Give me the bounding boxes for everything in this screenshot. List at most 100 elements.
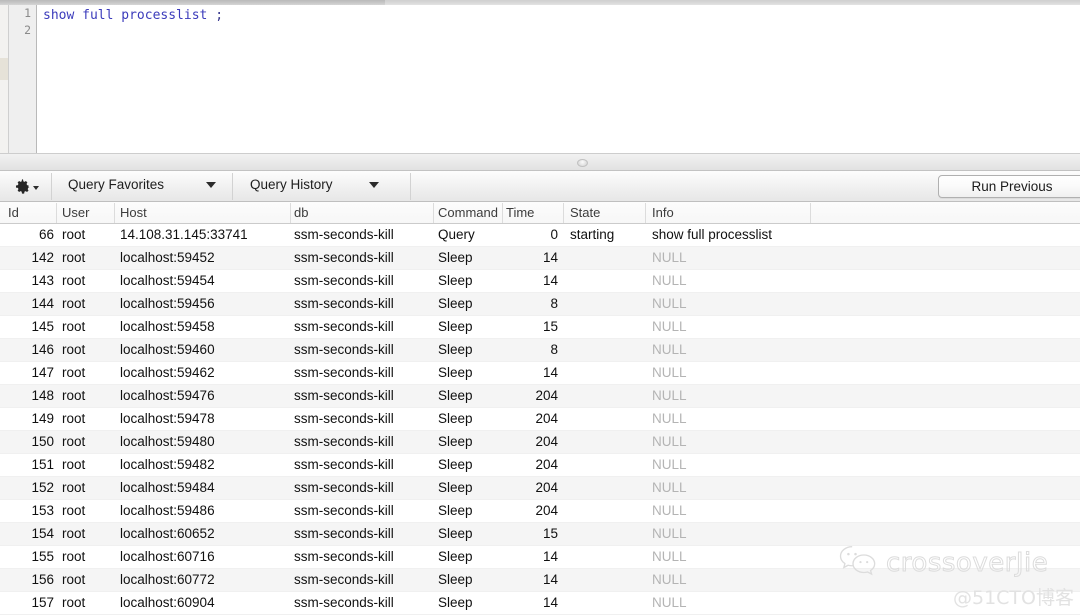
cell-command[interactable]: Sleep bbox=[438, 411, 473, 426]
cell-info[interactable]: NULL bbox=[652, 457, 687, 472]
cell-host[interactable]: localhost:60716 bbox=[120, 549, 215, 564]
cell-info[interactable]: NULL bbox=[652, 250, 687, 265]
settings-gear-button[interactable] bbox=[9, 175, 43, 198]
cell-id[interactable]: 143 bbox=[8, 273, 54, 288]
cell-db[interactable]: ssm-seconds-kill bbox=[294, 388, 394, 403]
table-row[interactable]: 155 root localhost:60716 ssm-seconds-kill Sl… bbox=[0, 546, 1080, 569]
column-divider[interactable] bbox=[433, 203, 434, 223]
table-row[interactable]: 150 root localhost:59480 ssm-seconds-kill Sl… bbox=[0, 431, 1080, 454]
table-row[interactable]: 151 root localhost:59482 ssm-seconds-kill Sl… bbox=[0, 454, 1080, 477]
table-row[interactable]: 145 root localhost:59458 ssm-seconds-kill Sl… bbox=[0, 316, 1080, 339]
cell-time[interactable]: 204 bbox=[506, 503, 558, 518]
table-row[interactable]: 156 root localhost:60772 ssm-seconds-kill Sl… bbox=[0, 569, 1080, 592]
column-header-id[interactable]: Id bbox=[8, 205, 19, 220]
cell-user[interactable]: root bbox=[62, 526, 85, 541]
cell-command[interactable]: Sleep bbox=[438, 457, 473, 472]
query-favorites-button[interactable]: Query Favorites bbox=[68, 177, 217, 192]
cell-id[interactable]: 147 bbox=[8, 365, 54, 380]
cell-info[interactable]: NULL bbox=[652, 388, 687, 403]
cell-info[interactable]: NULL bbox=[652, 342, 687, 357]
cell-id[interactable]: 157 bbox=[8, 595, 54, 610]
cell-user[interactable]: root bbox=[62, 319, 85, 334]
cell-user[interactable]: root bbox=[62, 549, 85, 564]
cell-db[interactable]: ssm-seconds-kill bbox=[294, 503, 394, 518]
run-previous-button[interactable]: Run Previous bbox=[938, 175, 1080, 198]
column-header-db[interactable]: db bbox=[294, 205, 308, 220]
cell-host[interactable]: localhost:60652 bbox=[120, 526, 215, 541]
cell-user[interactable]: root bbox=[62, 250, 85, 265]
cell-id[interactable]: 153 bbox=[8, 503, 54, 518]
cell-host[interactable]: localhost:60772 bbox=[120, 572, 215, 587]
cell-host[interactable]: localhost:59480 bbox=[120, 434, 215, 449]
cell-time[interactable]: 15 bbox=[506, 526, 558, 541]
cell-id[interactable]: 152 bbox=[8, 480, 54, 495]
cell-time[interactable]: 14 bbox=[506, 595, 558, 610]
cell-db[interactable]: ssm-seconds-kill bbox=[294, 296, 394, 311]
cell-id[interactable]: 144 bbox=[8, 296, 54, 311]
cell-host[interactable]: localhost:59452 bbox=[120, 250, 215, 265]
cell-host[interactable]: 14.108.31.145:33741 bbox=[120, 227, 248, 242]
column-divider[interactable] bbox=[290, 203, 291, 223]
cell-time[interactable]: 204 bbox=[506, 457, 558, 472]
cell-host[interactable]: localhost:59484 bbox=[120, 480, 215, 495]
cell-id[interactable]: 151 bbox=[8, 457, 54, 472]
cell-user[interactable]: root bbox=[62, 365, 85, 380]
cell-time[interactable]: 204 bbox=[506, 388, 558, 403]
cell-id[interactable]: 149 bbox=[8, 411, 54, 426]
cell-user[interactable]: root bbox=[62, 411, 85, 426]
cell-user[interactable]: root bbox=[62, 572, 85, 587]
cell-host[interactable]: localhost:59476 bbox=[120, 388, 215, 403]
column-divider[interactable] bbox=[810, 203, 811, 223]
editor-results-splitter[interactable] bbox=[0, 153, 1080, 171]
cell-user[interactable]: root bbox=[62, 273, 85, 288]
cell-info[interactable]: NULL bbox=[652, 480, 687, 495]
table-row[interactable]: 147 root localhost:59462 ssm-seconds-kill Sl… bbox=[0, 362, 1080, 385]
cell-db[interactable]: ssm-seconds-kill bbox=[294, 250, 394, 265]
cell-db[interactable]: ssm-seconds-kill bbox=[294, 411, 394, 426]
cell-command[interactable]: Sleep bbox=[438, 595, 473, 610]
cell-command[interactable]: Query bbox=[438, 227, 475, 242]
cell-db[interactable]: ssm-seconds-kill bbox=[294, 342, 394, 357]
cell-user[interactable]: root bbox=[62, 388, 85, 403]
cell-host[interactable]: localhost:59486 bbox=[120, 503, 215, 518]
cell-host[interactable]: localhost:60904 bbox=[120, 595, 215, 610]
cell-command[interactable]: Sleep bbox=[438, 572, 473, 587]
cell-time[interactable]: 8 bbox=[506, 342, 558, 357]
cell-time[interactable]: 8 bbox=[506, 296, 558, 311]
left-panel-drag-handle[interactable] bbox=[0, 58, 8, 80]
cell-time[interactable]: 14 bbox=[506, 250, 558, 265]
cell-host[interactable]: localhost:59454 bbox=[120, 273, 215, 288]
cell-db[interactable]: ssm-seconds-kill bbox=[294, 480, 394, 495]
cell-db[interactable]: ssm-seconds-kill bbox=[294, 457, 394, 472]
column-header-state[interactable]: State bbox=[570, 205, 600, 220]
column-header-host[interactable]: Host bbox=[120, 205, 147, 220]
table-row[interactable]: 144 root localhost:59456 ssm-seconds-kill Sl… bbox=[0, 293, 1080, 316]
cell-command[interactable]: Sleep bbox=[438, 388, 473, 403]
cell-state[interactable]: starting bbox=[570, 227, 614, 242]
cell-user[interactable]: root bbox=[62, 595, 85, 610]
column-header-time[interactable]: Time bbox=[506, 205, 534, 220]
column-divider[interactable] bbox=[645, 203, 646, 223]
table-row[interactable]: 143 root localhost:59454 ssm-seconds-kill Sl… bbox=[0, 270, 1080, 293]
cell-id[interactable]: 155 bbox=[8, 549, 54, 564]
cell-time[interactable]: 204 bbox=[506, 411, 558, 426]
query-history-button[interactable]: Query History bbox=[250, 177, 379, 192]
table-row[interactable]: 146 root localhost:59460 ssm-seconds-kill Sl… bbox=[0, 339, 1080, 362]
cell-info[interactable]: NULL bbox=[652, 434, 687, 449]
cell-user[interactable]: root bbox=[62, 503, 85, 518]
cell-user[interactable]: root bbox=[62, 480, 85, 495]
cell-command[interactable]: Sleep bbox=[438, 273, 473, 288]
cell-info[interactable]: NULL bbox=[652, 595, 687, 610]
table-row[interactable]: 66 root 14.108.31.145:33741 ssm-seconds-kil… bbox=[0, 224, 1080, 247]
cell-host[interactable]: localhost:59456 bbox=[120, 296, 215, 311]
cell-db[interactable]: ssm-seconds-kill bbox=[294, 319, 394, 334]
cell-host[interactable]: localhost:59482 bbox=[120, 457, 215, 472]
cell-info[interactable]: NULL bbox=[652, 296, 687, 311]
cell-db[interactable]: ssm-seconds-kill bbox=[294, 365, 394, 380]
cell-user[interactable]: root bbox=[62, 227, 85, 242]
cell-command[interactable]: Sleep bbox=[438, 526, 473, 541]
sql-code-area[interactable]: show full processlist ; bbox=[38, 5, 1080, 153]
table-row[interactable]: 149 root localhost:59478 ssm-seconds-kill Sl… bbox=[0, 408, 1080, 431]
cell-db[interactable]: ssm-seconds-kill bbox=[294, 434, 394, 449]
cell-host[interactable]: localhost:59478 bbox=[120, 411, 215, 426]
